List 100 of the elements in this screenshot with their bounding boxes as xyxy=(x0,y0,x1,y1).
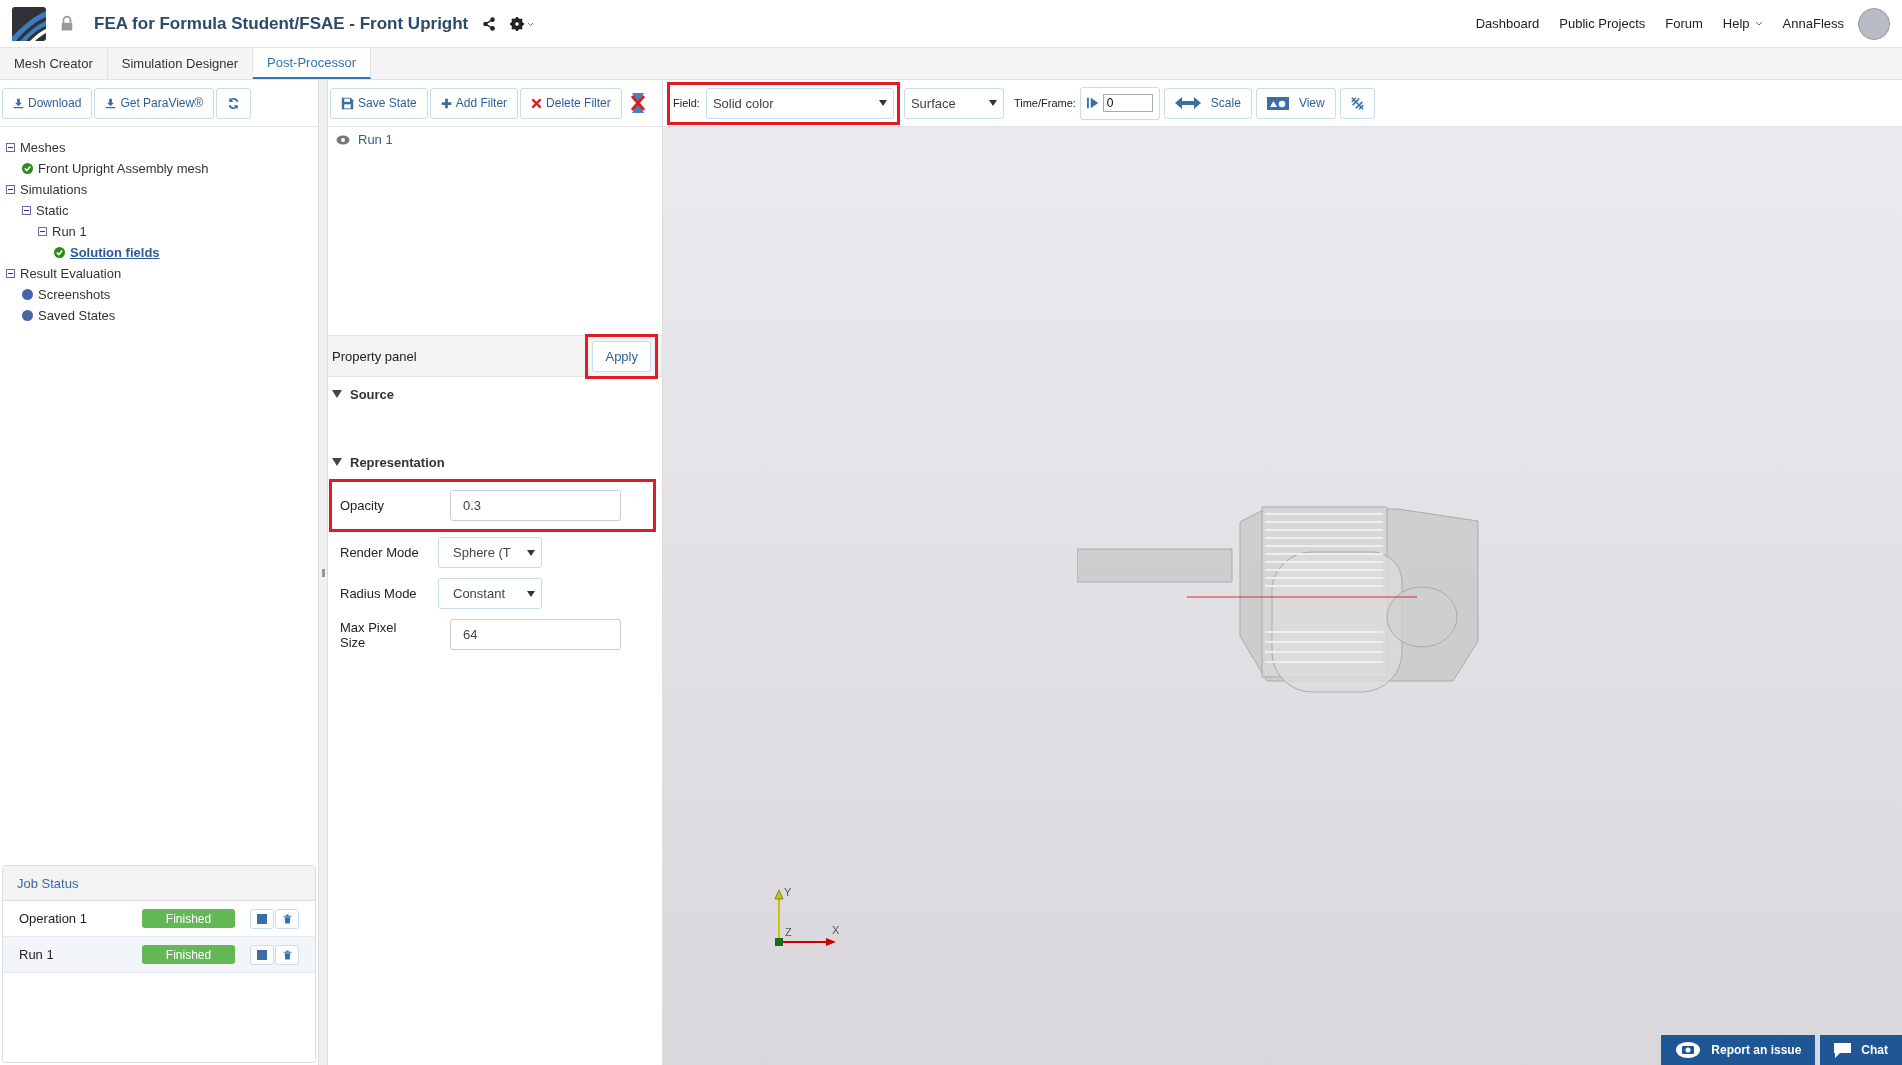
panel-title: Job Status xyxy=(17,875,79,891)
dropdown[interactable]: Sphere (T xyxy=(438,537,542,568)
caret-icon xyxy=(527,549,535,556)
tree-item[interactable]: Saved States xyxy=(38,308,116,323)
double-arrow-icon xyxy=(1174,97,1201,109)
field-label: Opacity xyxy=(340,498,386,513)
nav-link[interactable]: Forum xyxy=(1665,16,1703,31)
workflow-tab[interactable]: Mesh Creator xyxy=(0,48,108,79)
dropdown[interactable]: Constant xyxy=(438,578,542,609)
trash-icon xyxy=(282,949,292,960)
toolbar-button[interactable]: Add Filter xyxy=(429,87,519,119)
hourglass-icon xyxy=(629,92,646,114)
triangle-down-icon[interactable] xyxy=(332,457,342,467)
gear-icon[interactable] xyxy=(510,16,535,31)
chat-bubble-icon xyxy=(1834,1042,1852,1058)
toolbar-button[interactable]: Delete Filter xyxy=(520,87,622,119)
job-row[interactable]: Run 1 Finished xyxy=(3,937,315,973)
job-name: Run 1 xyxy=(19,947,55,962)
plus-icon xyxy=(440,97,452,109)
toolbar-button[interactable]: Save State xyxy=(330,87,428,119)
3d-viewport[interactable]: Y Z X Report an issue Chat xyxy=(663,127,1902,1065)
tree-item[interactable]: Front Upright Assembly mesh xyxy=(38,161,209,176)
reset-camera-button[interactable] xyxy=(1339,87,1375,119)
nav-link[interactable]: Public Projects xyxy=(1559,16,1646,31)
field-label: Radius Mode xyxy=(340,586,418,601)
stop-button[interactable] xyxy=(250,944,274,965)
input-field[interactable]: 64 xyxy=(450,619,621,650)
tree-item[interactable]: Simulations xyxy=(20,182,88,197)
toolbar-button[interactable]: Download xyxy=(2,87,93,119)
camera-icon xyxy=(1675,1041,1702,1059)
nav-link[interactable]: Dashboard xyxy=(1475,16,1540,31)
section-title[interactable]: Source xyxy=(350,386,395,402)
share-icon xyxy=(482,16,497,31)
input-field[interactable]: 0.3 xyxy=(450,490,621,521)
stop-icon xyxy=(257,913,267,924)
close-icon xyxy=(531,97,543,109)
field-dropdown[interactable]: Solid color xyxy=(705,87,894,119)
delete-button[interactable] xyxy=(275,944,299,965)
status-badge: Finished xyxy=(142,909,235,928)
check-circle-icon xyxy=(54,247,65,258)
caret-icon xyxy=(527,590,535,597)
delete-button[interactable] xyxy=(275,908,299,929)
status-badge: Finished xyxy=(142,945,235,964)
collapse-icon[interactable] xyxy=(6,143,15,152)
tree-item[interactable]: Static xyxy=(36,203,69,218)
toolbar-button[interactable]: Scale xyxy=(1163,87,1252,119)
input-field[interactable]: 0 xyxy=(1102,94,1153,112)
section-title[interactable]: Representation xyxy=(350,454,445,470)
step-forward-icon xyxy=(1086,97,1099,109)
job-row[interactable]: Operation 1 Finished xyxy=(3,901,315,937)
representation-dropdown[interactable]: Surface xyxy=(903,87,1004,119)
field-label: Field: xyxy=(673,97,700,109)
circle-icon xyxy=(22,310,33,321)
pipeline-item[interactable]: Run 1 xyxy=(358,132,393,147)
nav-link[interactable]: Help xyxy=(1722,16,1763,31)
panel-title: Property panel xyxy=(332,348,417,364)
download-icon xyxy=(105,97,117,109)
tree-link[interactable]: Solution fields xyxy=(70,245,160,260)
help-button[interactable]: Chat xyxy=(1820,1035,1902,1065)
axes-gizmo-drawing: Y Z X xyxy=(774,887,844,949)
tree-item[interactable]: Result Evaluation xyxy=(20,266,122,281)
check-circle-icon xyxy=(22,163,33,174)
collapse-icon[interactable] xyxy=(22,206,31,215)
stop-icon xyxy=(257,949,267,960)
help-button[interactable]: Report an issue xyxy=(1661,1035,1816,1065)
field-label: Render Mode xyxy=(340,545,420,560)
apply-button[interactable]: Apply xyxy=(592,340,651,372)
refresh-icon xyxy=(227,96,241,110)
user-name[interactable]: AnnaFless xyxy=(1782,16,1844,31)
reset-camera-icon xyxy=(1350,96,1364,110)
collapse-icon[interactable] xyxy=(38,227,47,236)
job-name: Operation 1 xyxy=(19,911,88,926)
download-icon xyxy=(13,97,24,109)
tree-item[interactable]: Meshes xyxy=(20,140,66,155)
floppy-icon xyxy=(341,96,354,110)
shapes-icon xyxy=(1266,96,1289,110)
grip-icon xyxy=(321,568,325,577)
avatar[interactable] xyxy=(1858,7,1890,40)
tree-item[interactable]: Run 1 xyxy=(52,224,87,239)
collapse-icon[interactable] xyxy=(6,185,15,194)
toolbar-button[interactable]: View xyxy=(1255,87,1336,119)
stop-button[interactable] xyxy=(250,908,274,929)
triangle-down-icon[interactable] xyxy=(332,389,342,399)
time-frame-control[interactable]: 0 xyxy=(1079,86,1160,120)
caret-icon xyxy=(878,100,887,106)
logo-icon[interactable] xyxy=(12,6,46,41)
workflow-tab[interactable]: Post-Processor xyxy=(253,48,371,79)
refresh-button[interactable] xyxy=(216,87,252,119)
caret-icon xyxy=(988,100,997,106)
field-label: Time/Frame: xyxy=(1013,97,1076,109)
trash-icon xyxy=(282,913,292,924)
field-label: Max Pixel Size xyxy=(340,619,398,650)
collapse-icon[interactable] xyxy=(6,269,15,278)
eye-icon[interactable] xyxy=(336,134,350,145)
toolbar-button[interactable]: Get ParaView® xyxy=(94,87,215,119)
tree-item[interactable]: Screenshots xyxy=(38,287,111,302)
circle-icon xyxy=(22,289,33,300)
lock-icon xyxy=(60,15,74,32)
resize-handle[interactable] xyxy=(319,80,328,1065)
project-title: FEA for Formula Student/FSAE - Front Upright xyxy=(94,13,469,34)
